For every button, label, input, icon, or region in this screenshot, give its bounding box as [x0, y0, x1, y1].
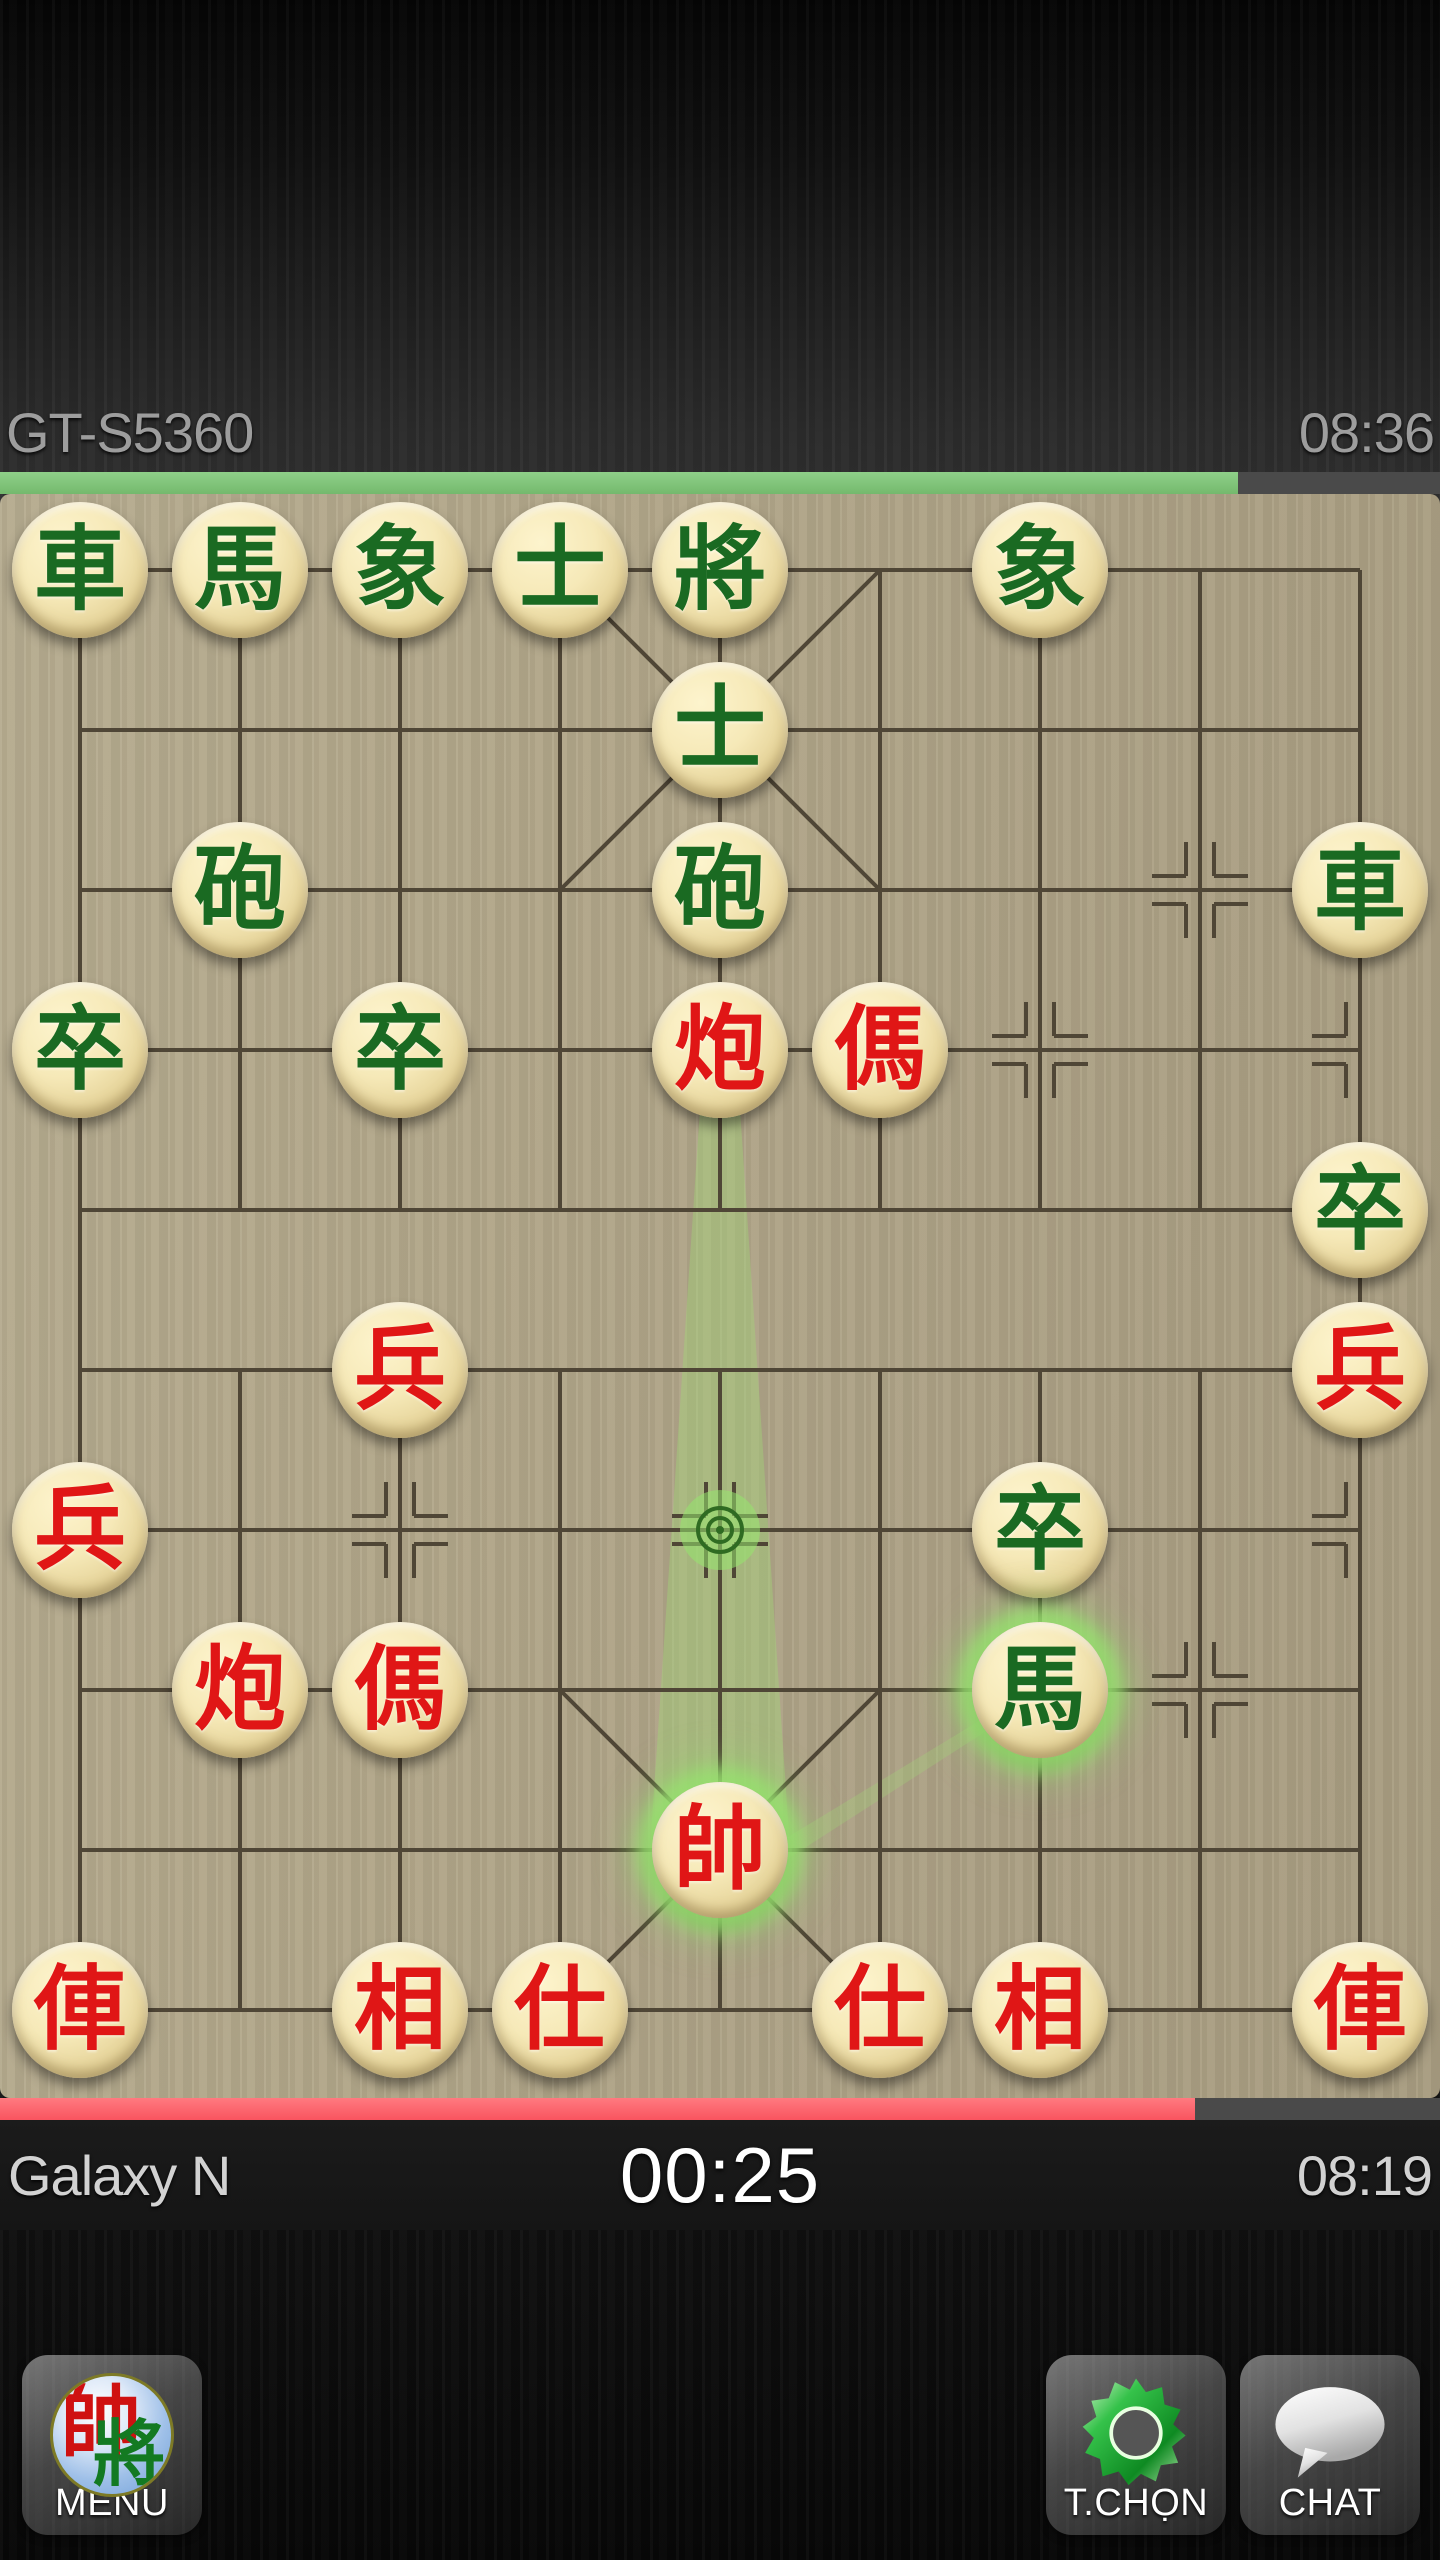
board-piece[interactable]: 象 [972, 502, 1108, 638]
player-name: Galaxy N [8, 2143, 231, 2207]
board-piece[interactable]: 炮 [652, 982, 788, 1118]
board-piece[interactable]: 相 [332, 1942, 468, 2078]
board-piece[interactable]: 砲 [652, 822, 788, 958]
board-piece[interactable]: 相 [972, 1942, 1108, 2078]
board-piece[interactable]: 卒 [332, 982, 468, 1118]
board-piece[interactable]: 車 [1292, 822, 1428, 958]
board-piece[interactable]: 士 [652, 662, 788, 798]
bottom-toolbar: 帥 將 MENU T.CHỌN CHAT [0, 2330, 1440, 2560]
board-piece[interactable]: 俥 [12, 1942, 148, 2078]
board-piece[interactable]: 象 [332, 502, 468, 638]
xiangqi-emblem-icon: 帥 將 [50, 2373, 174, 2497]
player-status-bar: Galaxy N 00:25 08:19 [0, 2120, 1440, 2230]
menu-button[interactable]: 帥 將 MENU [22, 2355, 202, 2535]
board-piece[interactable]: 車 [12, 502, 148, 638]
board-piece[interactable]: 士 [492, 502, 628, 638]
board-piece[interactable]: 兵 [1292, 1302, 1428, 1438]
board-piece[interactable]: 卒 [972, 1462, 1108, 1598]
opponent-name: GT-S5360 [6, 400, 254, 464]
board-piece[interactable]: 兵 [332, 1302, 468, 1438]
board-piece[interactable]: 炮 [172, 1622, 308, 1758]
gear-icon [1074, 2371, 1198, 2495]
opponent-clock: 08:36 [1298, 400, 1435, 464]
game-screen: GT-S5360 08:36 車馬象士將象士砲砲車卒卒炮傌卒兵兵兵卒炮傌馬帥俥相… [0, 0, 1440, 2560]
emblem-green-char: 將 [93, 2412, 166, 2496]
opponent-time-bar-fill [0, 472, 1239, 494]
board-piece[interactable]: 傌 [812, 982, 948, 1118]
board-piece[interactable]: 兵 [12, 1462, 148, 1598]
board-piece[interactable]: 仕 [812, 1942, 948, 2078]
chat-button[interactable]: CHAT [1240, 2355, 1420, 2535]
opponent-status-bar: GT-S5360 08:36 [0, 392, 1440, 472]
board-piece[interactable]: 將 [652, 502, 788, 638]
board-piece[interactable]: 俥 [1292, 1942, 1428, 2078]
board-piece[interactable]: 卒 [1292, 1142, 1428, 1278]
board-piece[interactable]: 仕 [492, 1942, 628, 2078]
move-timer: 00:25 [619, 2130, 821, 2219]
options-button[interactable]: T.CHỌN [1046, 2355, 1226, 2535]
board-piece[interactable]: 帥 [652, 1782, 788, 1918]
board-piece[interactable]: 砲 [172, 822, 308, 958]
board-piece[interactable]: 傌 [332, 1622, 468, 1758]
player-time-bar [0, 2098, 1440, 2120]
player-time-bar-fill [0, 2098, 1196, 2120]
opponent-time-bar [0, 472, 1440, 494]
xiangqi-board[interactable]: 車馬象士將象士砲砲車卒卒炮傌卒兵兵兵卒炮傌馬帥俥相仕仕相俥 [0, 494, 1440, 2098]
board-piece[interactable]: 馬 [972, 1622, 1108, 1758]
board-piece[interactable]: 馬 [172, 502, 308, 638]
board-piece[interactable]: 卒 [12, 982, 148, 1118]
player-clock: 08:19 [1296, 2143, 1433, 2207]
speech-bubble-icon [1268, 2371, 1392, 2495]
